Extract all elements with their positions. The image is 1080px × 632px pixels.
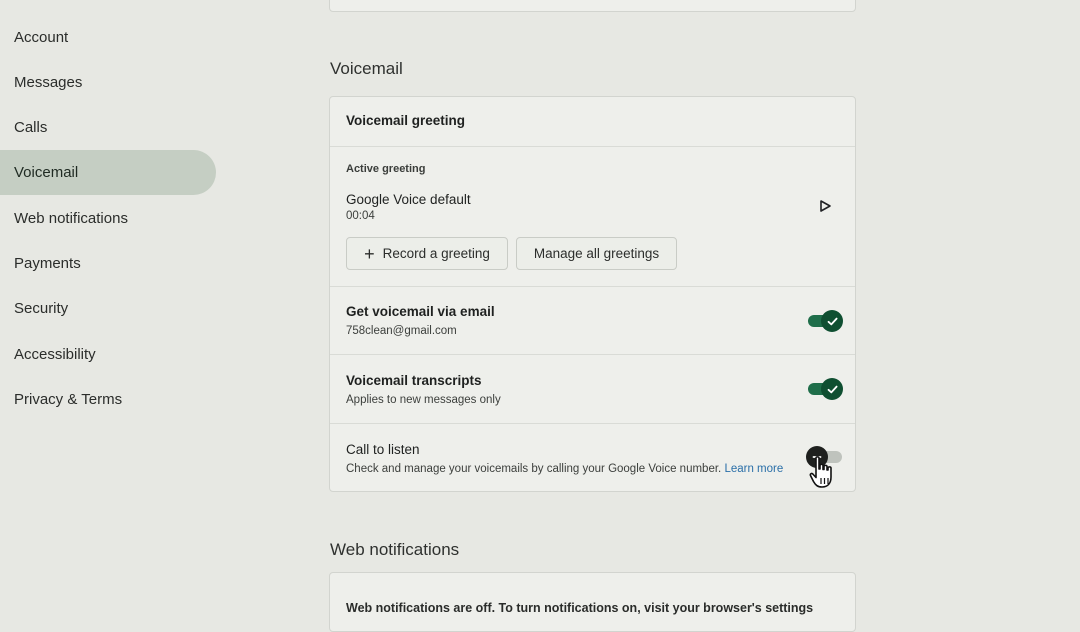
call-to-listen-subtitle: Check and manage your voicemails by call…	[346, 463, 783, 475]
sidebar-item-label: Voicemail	[14, 164, 79, 181]
voicemail-transcripts-title: Voicemail transcripts	[346, 373, 482, 388]
sidebar-item-calls[interactable]: Calls	[0, 105, 216, 150]
sidebar-item-security[interactable]: Security	[0, 286, 216, 331]
sidebar-item-label: Calls	[14, 119, 48, 136]
manage-greetings-button[interactable]: Manage all greetings	[516, 237, 677, 270]
active-greeting-row: Active greeting Google Voice default 00:…	[330, 146, 855, 286]
call-to-listen-description: Check and manage your voicemails by call…	[346, 463, 722, 475]
voicemail-greeting-header-row: Voicemail greeting	[330, 97, 855, 146]
sidebar-item-privacy-terms[interactable]: Privacy & Terms	[0, 377, 216, 422]
record-greeting-label: Record a greeting	[382, 246, 490, 261]
settings-sidebar: Account Messages Calls Voicemail Web not…	[0, 0, 230, 608]
check-icon	[827, 317, 837, 325]
sidebar-item-accessibility[interactable]: Accessibility	[0, 332, 216, 377]
sidebar-item-label: Messages	[14, 74, 83, 91]
web-notifications-card: Web notifications are off. To turn notif…	[329, 572, 856, 632]
voicemail-email-row: Get voicemail via email 758clean@gmail.c…	[330, 286, 855, 354]
sidebar-item-voicemail[interactable]: Voicemail	[0, 150, 216, 195]
sidebar-item-label: Privacy & Terms	[14, 391, 123, 408]
sidebar-item-label: Security	[14, 300, 69, 317]
voicemail-transcripts-subtitle: Applies to new messages only	[346, 394, 501, 406]
settings-main: Voicemail Voicemail greeting Active gree…	[328, 0, 858, 632]
learn-more-link[interactable]: Learn more	[724, 463, 783, 475]
sidebar-item-label: Accessibility	[14, 346, 96, 363]
active-greeting-label: Active greeting	[346, 163, 426, 175]
voicemail-email-address: 758clean@gmail.com	[346, 325, 457, 337]
toggle-thumb	[821, 310, 843, 332]
sidebar-item-label: Web notifications	[14, 210, 128, 227]
web-notifications-text: Web notifications are off. To turn notif…	[346, 601, 814, 615]
toggle-thumb	[821, 378, 843, 400]
call-to-listen-title: Call to listen	[346, 442, 420, 457]
voicemail-transcripts-toggle[interactable]	[808, 378, 843, 400]
sidebar-item-label: Payments	[14, 255, 81, 272]
voicemail-email-toggle[interactable]	[808, 310, 843, 332]
previous-section-card	[329, 0, 856, 12]
greeting-duration: 00:04	[346, 210, 375, 222]
manage-greetings-label: Manage all greetings	[533, 246, 660, 261]
record-greeting-button[interactable]: + Record a greeting	[346, 237, 508, 270]
sidebar-item-messages[interactable]: Messages	[0, 60, 216, 105]
call-to-listen-row: Call to listen Check and manage your voi…	[330, 423, 855, 492]
sidebar-item-web-notifications[interactable]: Web notifications	[0, 196, 216, 241]
sidebar-item-label: Account	[14, 29, 69, 46]
hand-cursor-icon	[809, 456, 832, 488]
voicemail-card: Voicemail greeting Active greeting Googl…	[329, 96, 856, 492]
sidebar-item-account[interactable]: Account	[0, 15, 216, 60]
greeting-name: Google Voice default	[346, 192, 471, 207]
plus-icon: +	[364, 243, 375, 264]
check-icon	[827, 385, 837, 393]
play-icon[interactable]	[818, 199, 832, 213]
voicemail-email-title: Get voicemail via email	[346, 304, 495, 319]
voicemail-transcripts-row: Voicemail transcripts Applies to new mes…	[330, 354, 855, 423]
voicemail-section-title: Voicemail	[330, 59, 403, 78]
voicemail-greeting-title: Voicemail greeting	[346, 113, 466, 128]
web-notifications-section-title: Web notifications	[330, 540, 460, 559]
sidebar-item-payments[interactable]: Payments	[0, 241, 216, 286]
